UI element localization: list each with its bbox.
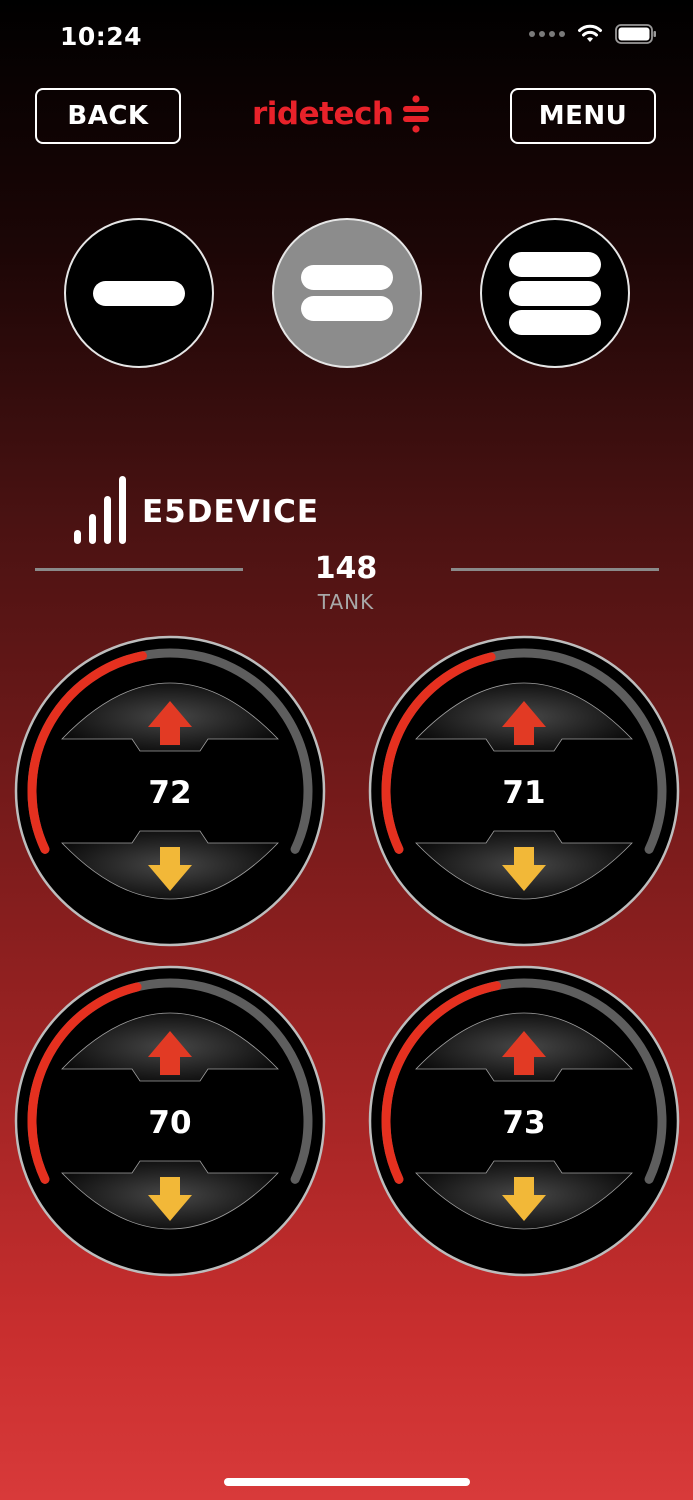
preset-bar (509, 280, 601, 306)
raise-button[interactable] (80, 1007, 260, 1087)
lower-button[interactable] (80, 825, 260, 905)
status-icons (529, 24, 657, 44)
gauge-pressure-value: 71 (502, 775, 546, 811)
cellular-signal-icon (529, 31, 565, 37)
logo-text: ridetech (252, 96, 394, 132)
home-indicator (224, 1478, 470, 1486)
lower-button[interactable] (434, 1155, 614, 1235)
gauge-pressure-value: 72 (148, 775, 192, 811)
preset-bar (301, 265, 393, 290)
divider (451, 568, 659, 571)
back-button[interactable]: BACK (35, 88, 181, 144)
gauge-front-left: 72 (14, 635, 326, 947)
menu-button[interactable]: MENU (510, 88, 656, 144)
gauge-rear-left: 70 (14, 965, 326, 1277)
tank-pressure-value: 148 (314, 551, 378, 586)
divider (35, 568, 243, 571)
preset-bar (509, 309, 601, 335)
lower-button[interactable] (80, 1155, 260, 1235)
gauge-rear-right: 73 (368, 965, 680, 1277)
preset-ride-button[interactable] (272, 218, 422, 368)
gauge-pressure-value: 73 (502, 1105, 546, 1141)
preset-bar (509, 251, 601, 277)
preset-high-button[interactable] (480, 218, 630, 368)
tank-label: TANK (317, 590, 375, 614)
raise-button[interactable] (434, 1007, 614, 1087)
lower-button[interactable] (434, 825, 614, 905)
wifi-icon (578, 24, 602, 42)
logo-mark-icon (403, 95, 430, 133)
battery-icon (615, 24, 656, 44)
signal-strength-icon (74, 476, 126, 544)
preset-bar (93, 280, 185, 306)
status-time: 10:24 (60, 22, 143, 51)
device-name: E5DEVICE (142, 494, 320, 530)
ridetech-logo: ridetech (252, 94, 431, 134)
raise-button[interactable] (80, 677, 260, 757)
gauge-pressure-value: 70 (148, 1105, 192, 1141)
preset-low-button[interactable] (64, 218, 214, 368)
preset-bar (301, 296, 393, 321)
gauge-front-right: 71 (368, 635, 680, 947)
raise-button[interactable] (434, 677, 614, 757)
